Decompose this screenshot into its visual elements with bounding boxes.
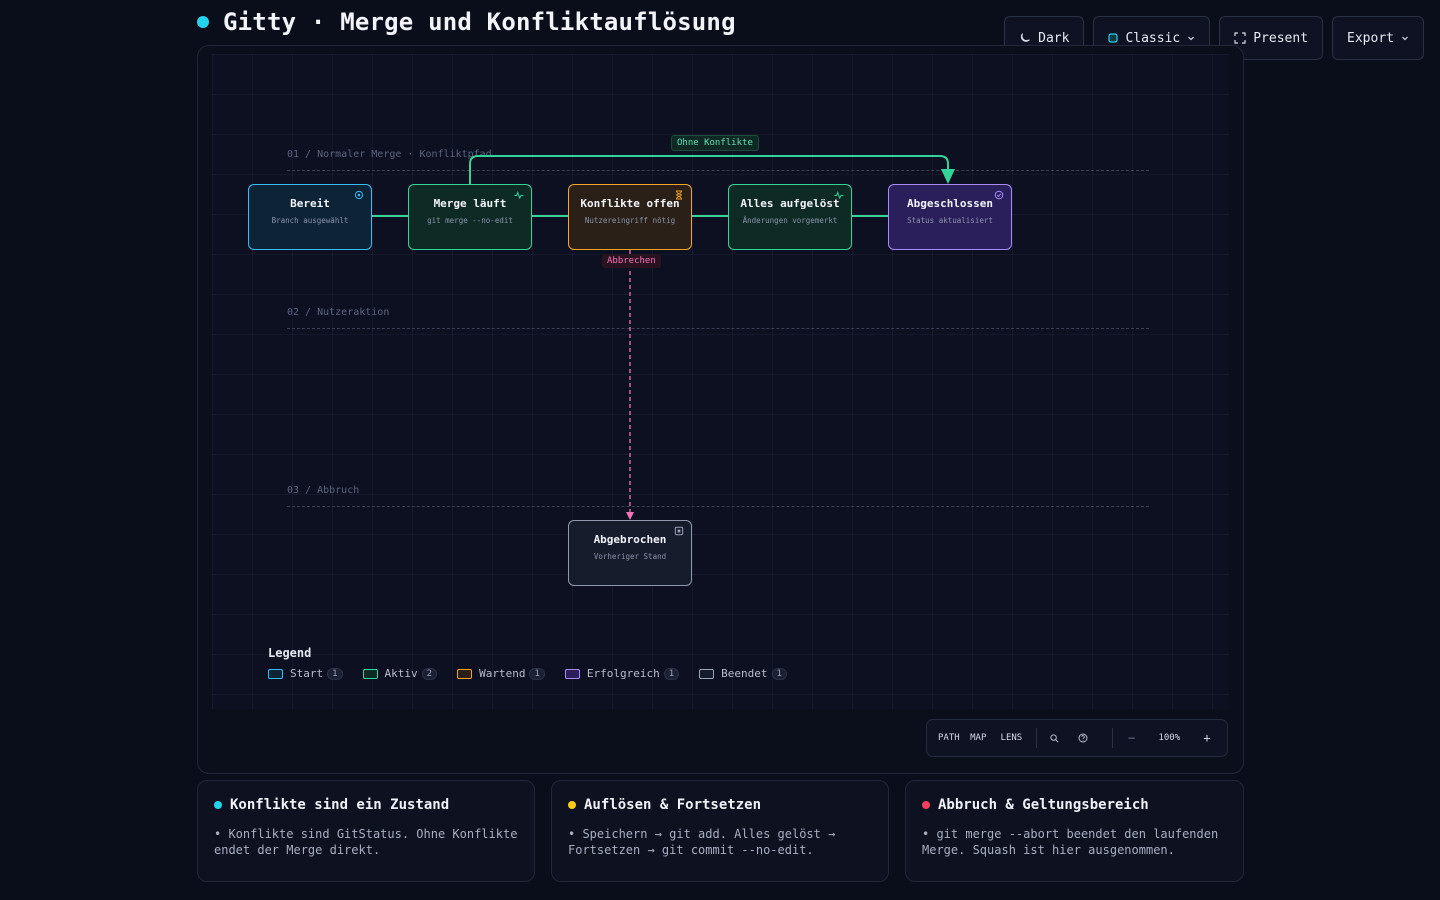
edge-label-abbrechen: Abbrechen [602, 254, 661, 268]
zoom-level: 100% [1158, 733, 1181, 743]
node-subtitle: Nutzereingriff nötig [584, 216, 676, 225]
node-subtitle: Änderungen vorgemerkt [742, 216, 838, 225]
node-subtitle: Branch ausgewählt [271, 216, 349, 225]
legend-swatch [699, 668, 715, 679]
node-abgeschlossen[interactable]: Abgeschlossen Status aktualisiert [888, 184, 1012, 250]
legend-label: Wartend [479, 667, 526, 680]
card-text: • Konflikte sind GitStatus. Ohne Konflik… [214, 827, 518, 857]
help-button[interactable] [1063, 733, 1103, 743]
legend-title: Legend [268, 646, 312, 660]
pulse-icon [834, 191, 844, 200]
edge-ohne-konflikte [469, 155, 949, 184]
map-mode-button[interactable]: MAP [962, 733, 995, 743]
pulse-icon [514, 191, 524, 200]
node-title: Alles aufgelöst [740, 197, 840, 210]
node-subtitle: git merge --no-edit [427, 216, 513, 225]
legend: Legend Start 1 Aktiv 2 Wartend 1 Erfolgr… [268, 646, 787, 680]
search-icon [1049, 733, 1058, 742]
legend-swatch [268, 668, 283, 679]
legend-count: 1 [327, 667, 343, 680]
page-header: Gitty · Merge und Konfliktauflösung [197, 5, 736, 39]
page-title: Gitty · Merge und Konfliktauflösung [223, 8, 736, 36]
lens-mode-button[interactable]: LENS [995, 733, 1028, 743]
arrowhead-icon [626, 512, 634, 520]
help-icon [1078, 733, 1088, 743]
node-title: Abgeschlossen [906, 197, 994, 210]
style-select-label: Classic [1125, 30, 1181, 46]
present-label: Present [1253, 30, 1309, 46]
info-card-aufloesen: Auflösen & Fortsetzen • Speichern → git … [551, 780, 889, 882]
card-dot [922, 801, 930, 809]
legend-swatch [362, 668, 378, 679]
arrowhead-icon [941, 169, 955, 184]
info-card-konflikte: Konflikte sind ein Zustand • Konflikte s… [197, 780, 535, 882]
node-title: Merge läuft [433, 197, 507, 210]
legend-label: Aktiv [384, 667, 418, 680]
diagram-canvas[interactable]: 01 / Normaler Merge · Konfliktpfad 02 / … [197, 45, 1244, 774]
legend-swatch [564, 668, 580, 679]
chevron-down-icon [1402, 36, 1408, 41]
fullscreen-icon [1234, 32, 1246, 44]
card-text: • git merge --abort beendet den laufende… [922, 827, 1219, 857]
legend-count: 1 [663, 667, 680, 680]
legend-swatch [457, 668, 473, 679]
node-title: Konflikte offen [580, 197, 680, 210]
export-button[interactable]: Export [1332, 16, 1424, 60]
edge-layer [372, 155, 955, 520]
node-abgebrochen[interactable]: Abgebrochen Vorheriger Stand [568, 520, 692, 586]
node-alles-aufgeloest[interactable]: Alles aufgelöst Änderungen vorgemerkt [728, 184, 852, 250]
node-title: Abgebrochen [593, 533, 667, 546]
canvas-controls: PATH MAP LENS − 100% + [926, 719, 1228, 757]
chevron-down-icon [1188, 36, 1195, 41]
path-mode-button[interactable]: PATH [936, 733, 962, 743]
export-label: Export [1347, 30, 1394, 46]
hourglass-icon [676, 190, 682, 200]
card-title: Abbruch & Geltungsbereich [938, 797, 1149, 813]
card-title: Konflikte sind ein Zustand [230, 797, 450, 813]
divider [1111, 728, 1113, 748]
moon-icon [1020, 33, 1030, 42]
legend-count: 2 [421, 667, 438, 680]
node-subtitle: Status aktualisiert [907, 216, 993, 225]
search-button[interactable] [1045, 733, 1063, 743]
legend-item-beendet[interactable]: Beendet 1 [699, 667, 787, 680]
info-card-abbruch: Abbruch & Geltungsbereich • git merge --… [905, 780, 1244, 882]
canvas-grid: 01 / Normaler Merge · Konfliktpfad 02 / … [212, 54, 1229, 709]
node-title: Bereit [290, 197, 330, 210]
node-subtitle: Vorheriger Stand [593, 552, 667, 561]
legend-item-start[interactable]: Start 1 [268, 667, 343, 680]
legend-item-wartend[interactable]: Wartend 1 [457, 667, 545, 680]
node-merge-laeuft[interactable]: Merge läuft git merge --no-edit [408, 184, 532, 250]
legend-item-erfolgreich[interactable]: Erfolgreich 1 [564, 667, 680, 680]
card-dot [568, 801, 576, 809]
node-bereit[interactable]: Bereit Branch ausgewählt [248, 184, 372, 250]
node-konflikte-offen[interactable]: Konflikte offen Nutzereingriff nötig [568, 184, 692, 250]
legend-count: 1 [529, 667, 545, 680]
stop-square-icon [674, 526, 684, 536]
card-dot [214, 801, 222, 809]
divider [1035, 728, 1037, 748]
edge-label-ohne-konflikte: Ohne Konflikte [671, 135, 759, 151]
legend-label: Beendet [721, 667, 768, 680]
target-icon [354, 190, 364, 200]
palette-swatch-icon [1108, 33, 1119, 43]
status-dot [197, 16, 209, 28]
card-text: • Speichern → git add. Alles gelöst → Fo… [568, 827, 836, 857]
zoom-in-button[interactable]: + [1196, 731, 1218, 745]
card-title: Auflösen & Fortsetzen [584, 797, 762, 813]
check-circle-icon [994, 190, 1004, 200]
legend-item-aktiv[interactable]: Aktiv 2 [362, 667, 438, 680]
zoom-out-button[interactable]: − [1121, 731, 1143, 745]
theme-toggle-label: Dark [1038, 30, 1070, 46]
legend-count: 1 [771, 667, 787, 680]
legend-label: Erfolgreich [586, 667, 660, 680]
legend-label: Start [290, 667, 324, 680]
